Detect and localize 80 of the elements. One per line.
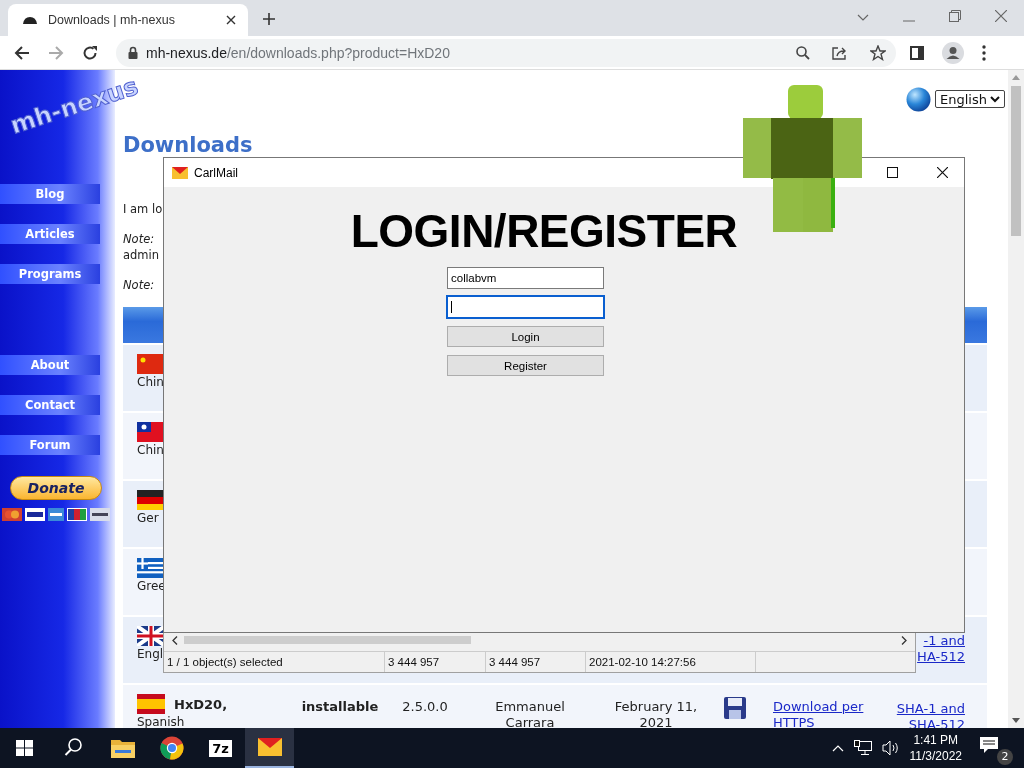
scrollbar-thumb[interactable]: [184, 636, 471, 644]
clock[interactable]: 1:41 PM 11/3/2022: [909, 732, 962, 764]
network-icon[interactable]: [853, 740, 872, 756]
language-select[interactable]: English: [935, 90, 1005, 108]
reload-icon[interactable]: [82, 44, 98, 61]
globe-icon: [906, 87, 931, 112]
nav-link[interactable]: Contact: [0, 395, 100, 415]
search-icon[interactable]: [796, 45, 810, 60]
scroll-right-icon[interactable]: [901, 635, 907, 645]
donate-button[interactable]: Donate: [10, 476, 102, 500]
taskbar-app[interactable]: 7z: [196, 728, 245, 768]
nav-link[interactable]: Programs: [0, 264, 100, 284]
chrome-icon: [159, 736, 184, 760]
back-icon[interactable]: [14, 45, 30, 60]
close-icon[interactable]: [226, 15, 236, 25]
status-text: 3 444 957: [486, 652, 586, 672]
language-name: Chin: [137, 443, 164, 457]
flag-icon: [137, 354, 165, 374]
maximize-icon[interactable]: [887, 167, 898, 178]
product-name: HxD20,: [174, 696, 228, 712]
envelope-icon: [257, 738, 282, 756]
flag-icon: [137, 558, 165, 578]
flag-icon: [137, 422, 165, 442]
flag-icon: [137, 626, 165, 646]
app-label: 7z: [209, 739, 232, 757]
flag-icon: [137, 490, 165, 510]
package-type: installable: [301, 699, 379, 714]
language-name: Ger: [137, 511, 159, 525]
nav-link[interactable]: Articles: [0, 224, 100, 244]
scroll-down-icon[interactable]: [1012, 718, 1020, 723]
payment-cards-icon: [1, 507, 111, 522]
folder-icon: [110, 738, 135, 758]
form-button[interactable]: Register: [447, 355, 604, 376]
version-text: 2.5.0.0: [402, 699, 448, 714]
share-icon[interactable]: [832, 45, 848, 60]
nav-link[interactable]: Forum: [0, 435, 100, 455]
scrollbar-thumb[interactable]: [1011, 86, 1021, 236]
menu-icon[interactable]: [982, 44, 986, 61]
download-link[interactable]: Download per HTTPS: [773, 699, 869, 728]
page-heading: Downloads: [123, 133, 254, 158]
nav-link[interactable]: About: [0, 355, 100, 375]
close-icon[interactable]: [937, 167, 948, 178]
form-button[interactable]: Login: [447, 326, 604, 347]
site-icon: [22, 15, 38, 25]
address-field[interactable]: mh-nexus.de/en/downloads.php?product=HxD20: [116, 38, 896, 67]
paragraph-text: admin: [123, 248, 160, 262]
side-panel-icon[interactable]: [910, 45, 924, 60]
language-name: Spanish: [137, 715, 185, 728]
new-tab-icon[interactable]: [262, 12, 276, 26]
language-name: Engl: [137, 647, 164, 661]
browser-tab[interactable]: Downloads | mh-nexus: [8, 4, 248, 36]
chevron-up-icon[interactable]: [831, 744, 844, 752]
paragraph-text: I am lo: [123, 202, 163, 216]
release-date: February 11, 2021: [613, 699, 699, 728]
language-name: Chin: [137, 375, 164, 389]
password-field[interactable]: [447, 296, 604, 318]
hash-link[interactable]: -1 and HA-512: [917, 633, 965, 665]
login-heading: LOGIN/REGISTER: [349, 205, 739, 257]
lock-icon: [128, 46, 138, 59]
nav-link[interactable]: Blog: [0, 184, 100, 204]
taskbar-app[interactable]: [245, 728, 294, 768]
scroll-left-icon[interactable]: [172, 635, 178, 645]
caret-icon: [990, 95, 1000, 103]
envelope-icon: [172, 166, 188, 179]
status-text: 2021-02-10 14:27:56: [586, 652, 756, 672]
star-icon[interactable]: [870, 44, 886, 61]
profile-icon[interactable]: [942, 41, 964, 64]
paragraph-text: Note:: [123, 278, 155, 292]
status-text: 3 444 957: [385, 652, 486, 672]
flag-icon: [137, 694, 165, 714]
paragraph-text: Note:: [123, 232, 155, 246]
restore-icon[interactable]: [949, 10, 961, 22]
status-text: 1 / 1 object(s) selected: [164, 652, 385, 672]
chevron-down-icon[interactable]: [857, 14, 869, 22]
volume-icon[interactable]: [881, 740, 900, 756]
window-title: CarlMail: [194, 165, 238, 180]
username-field[interactable]: collabvm: [447, 267, 604, 289]
author-name: Emmanuel Carrara: [494, 699, 566, 728]
notification-count: 2: [997, 749, 1013, 765]
notifications-icon[interactable]: [980, 737, 999, 754]
